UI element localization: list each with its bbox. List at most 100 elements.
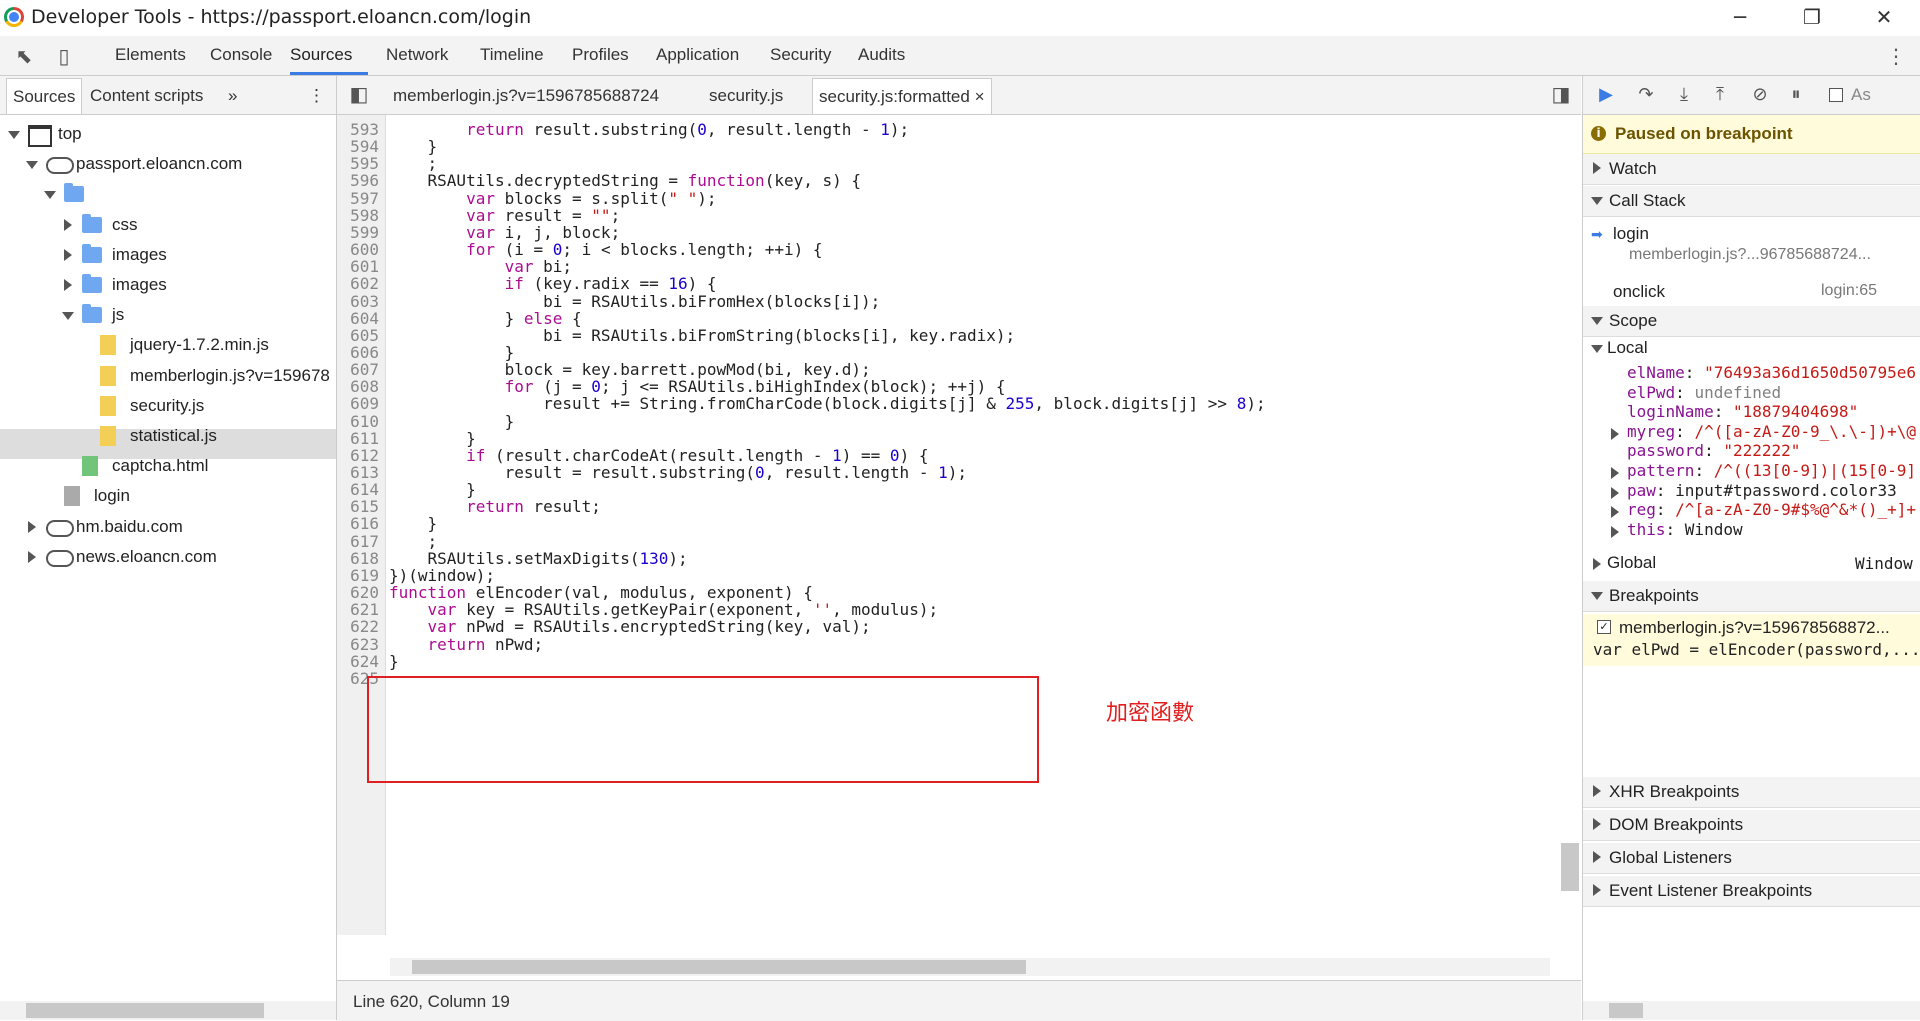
collapse-icon[interactable] [62,312,74,321]
folder-node[interactable]: css [0,211,336,239]
tab-security-js[interactable]: security.js [709,86,783,106]
file-node[interactable]: login [0,482,336,510]
inspect-element-icon[interactable]: ⬉ [12,44,36,68]
breakpoint-checkbox[interactable]: ✓ [1597,620,1611,634]
scroll-thumb[interactable] [412,960,1026,974]
expand-icon[interactable] [28,520,36,533]
scope-variable[interactable]: password: "222222" [1627,441,1800,460]
folder-node[interactable]: images [0,241,336,269]
tab-sources[interactable]: Sources [290,45,352,65]
domain-node[interactable]: hm.baidu.com [0,513,336,541]
callstack-frame-fn[interactable]: login [1613,224,1649,244]
highlight-box [367,676,1039,783]
section-global-listeners[interactable]: Global Listeners [1583,843,1920,874]
editor-vscroll-thumb[interactable] [1561,843,1579,891]
editor-hscroll[interactable] [390,958,1550,976]
tab-elements[interactable]: Elements [115,45,186,65]
breakpoint-item[interactable]: ✓ memberlogin.js?v=159678568872... var e… [1583,614,1920,666]
restore-icon[interactable]: ❐ [1792,4,1832,30]
tab-security[interactable]: Security [770,45,831,65]
tab-console[interactable]: Console [210,45,272,65]
collapse-icon[interactable] [44,191,56,200]
collapse-icon[interactable] [26,161,38,170]
step-out-icon[interactable]: ⤒ [1707,84,1733,106]
close-tab-icon[interactable]: × [975,87,985,106]
file-node[interactable]: security.js [0,392,336,420]
minimize-icon[interactable]: ─ [1720,4,1760,30]
callstack-frame-loc[interactable]: login:65 [1821,282,1877,300]
tab-audits[interactable]: Audits [858,45,905,65]
scope-variable[interactable]: reg: /^[a-zA-Z0-9#$%@^&*()_+]+ [1627,500,1916,519]
paused-banner: i Paused on breakpoint [1583,115,1920,154]
separator: : [1655,500,1676,520]
section-xhr-breakpoints[interactable]: XHR Breakpoints [1583,777,1920,808]
file-node[interactable]: jquery-1.7.2.min.js [0,331,336,359]
watch-section[interactable]: Watch [1583,154,1920,185]
tab-sources-navigator[interactable]: Sources [6,78,83,114]
scope-variable[interactable]: elName: "76493a36d1650d50795e6 [1627,363,1916,382]
callstack-frame-loc[interactable]: memberlogin.js?...96785688724... [1629,246,1871,264]
expand-icon[interactable] [1611,506,1619,519]
scope-variable[interactable]: myreg: /^([a-zA-Z0-9_\.\-])+\@ [1627,422,1916,441]
file-node[interactable]: captcha.html [0,452,336,480]
step-into-icon[interactable]: ⤓ [1671,84,1697,106]
expand-icon[interactable] [1611,486,1619,499]
sidebar-hscroll[interactable] [1583,1001,1920,1020]
toggle-navigator-icon[interactable]: ◧ [347,82,371,106]
folder-node[interactable]: top [0,120,336,148]
file-node[interactable]: memberlogin.js?v=159678 [0,362,336,390]
collapse-icon[interactable] [8,131,20,139]
domain-node[interactable]: passport.eloancn.com [0,150,336,178]
async-checkbox[interactable] [1829,88,1843,102]
scope-variable[interactable]: this: Window [1627,520,1743,539]
close-window-icon[interactable]: ✕ [1864,4,1904,30]
scroll-thumb[interactable] [1609,1003,1643,1018]
scope-variable[interactable]: paw: input#tpassword.color33 [1627,481,1897,500]
tab-timeline[interactable]: Timeline [480,45,544,65]
device-mode-icon[interactable]: ▯ [52,44,76,68]
more-tabs-icon[interactable]: » [228,86,237,106]
expand-icon[interactable] [1611,525,1619,538]
callstack-frame-fn[interactable]: onclick [1613,282,1665,302]
js-file-icon [100,365,116,386]
tab-application[interactable]: Application [656,45,739,65]
section-event-listener-breakpoints[interactable]: Event Listener Breakpoints [1583,876,1920,907]
scroll-thumb[interactable] [26,1003,264,1018]
scope-section[interactable]: Scope [1583,306,1920,337]
js-file-icon [100,395,116,416]
section-dom-breakpoints[interactable]: DOM Breakpoints [1583,810,1920,841]
expand-icon[interactable] [1593,558,1601,570]
file-node[interactable]: statistical.js [0,422,336,450]
step-over-icon[interactable]: ↷ [1633,84,1659,106]
collapse-icon[interactable] [1591,345,1603,353]
expand-icon[interactable] [64,248,72,261]
resume-icon[interactable]: ▶ [1593,84,1619,106]
toggle-debugger-icon[interactable]: ◨ [1549,82,1573,106]
pause-exceptions-icon[interactable]: ⏸ [1783,84,1809,106]
tab-profiles[interactable]: Profiles [572,45,629,65]
navigator-hscroll[interactable] [0,1001,336,1020]
expand-icon[interactable] [1611,427,1619,440]
cloud-icon [46,549,74,567]
expand-icon[interactable] [64,279,72,291]
folder-node[interactable]: js [0,301,336,329]
folder-node[interactable]: images [0,271,336,299]
tab-content-scripts[interactable]: Content scripts [90,86,203,106]
domain-node[interactable]: news.eloancn.com [0,543,336,571]
scope-variable[interactable]: pattern: /^((13[0-9])|(15[0-9] [1627,461,1916,480]
tab-memberlogin-js[interactable]: memberlogin.js?v=1596785688724 [393,86,659,106]
more-menu-icon[interactable]: ⋮ [1884,44,1908,68]
folder-node[interactable] [0,180,336,208]
navigator-menu-icon[interactable]: ⋮ [308,86,325,106]
scope-variable[interactable]: loginName: "18879404698" [1627,402,1858,421]
tab-security-js-formatted[interactable]: security.js:formatted × [812,78,992,114]
breakpoints-section[interactable]: Breakpoints [1583,581,1920,612]
expand-icon[interactable] [1611,467,1619,479]
callstack-section[interactable]: Call Stack [1583,186,1920,217]
deactivate-breakpoints-icon[interactable]: ⊘ [1747,84,1773,106]
expand-icon[interactable] [64,218,72,231]
scope-variable[interactable]: elPwd: undefined [1627,383,1781,402]
folder-icon [82,213,102,233]
tab-network[interactable]: Network [386,45,448,65]
expand-icon[interactable] [28,550,36,563]
